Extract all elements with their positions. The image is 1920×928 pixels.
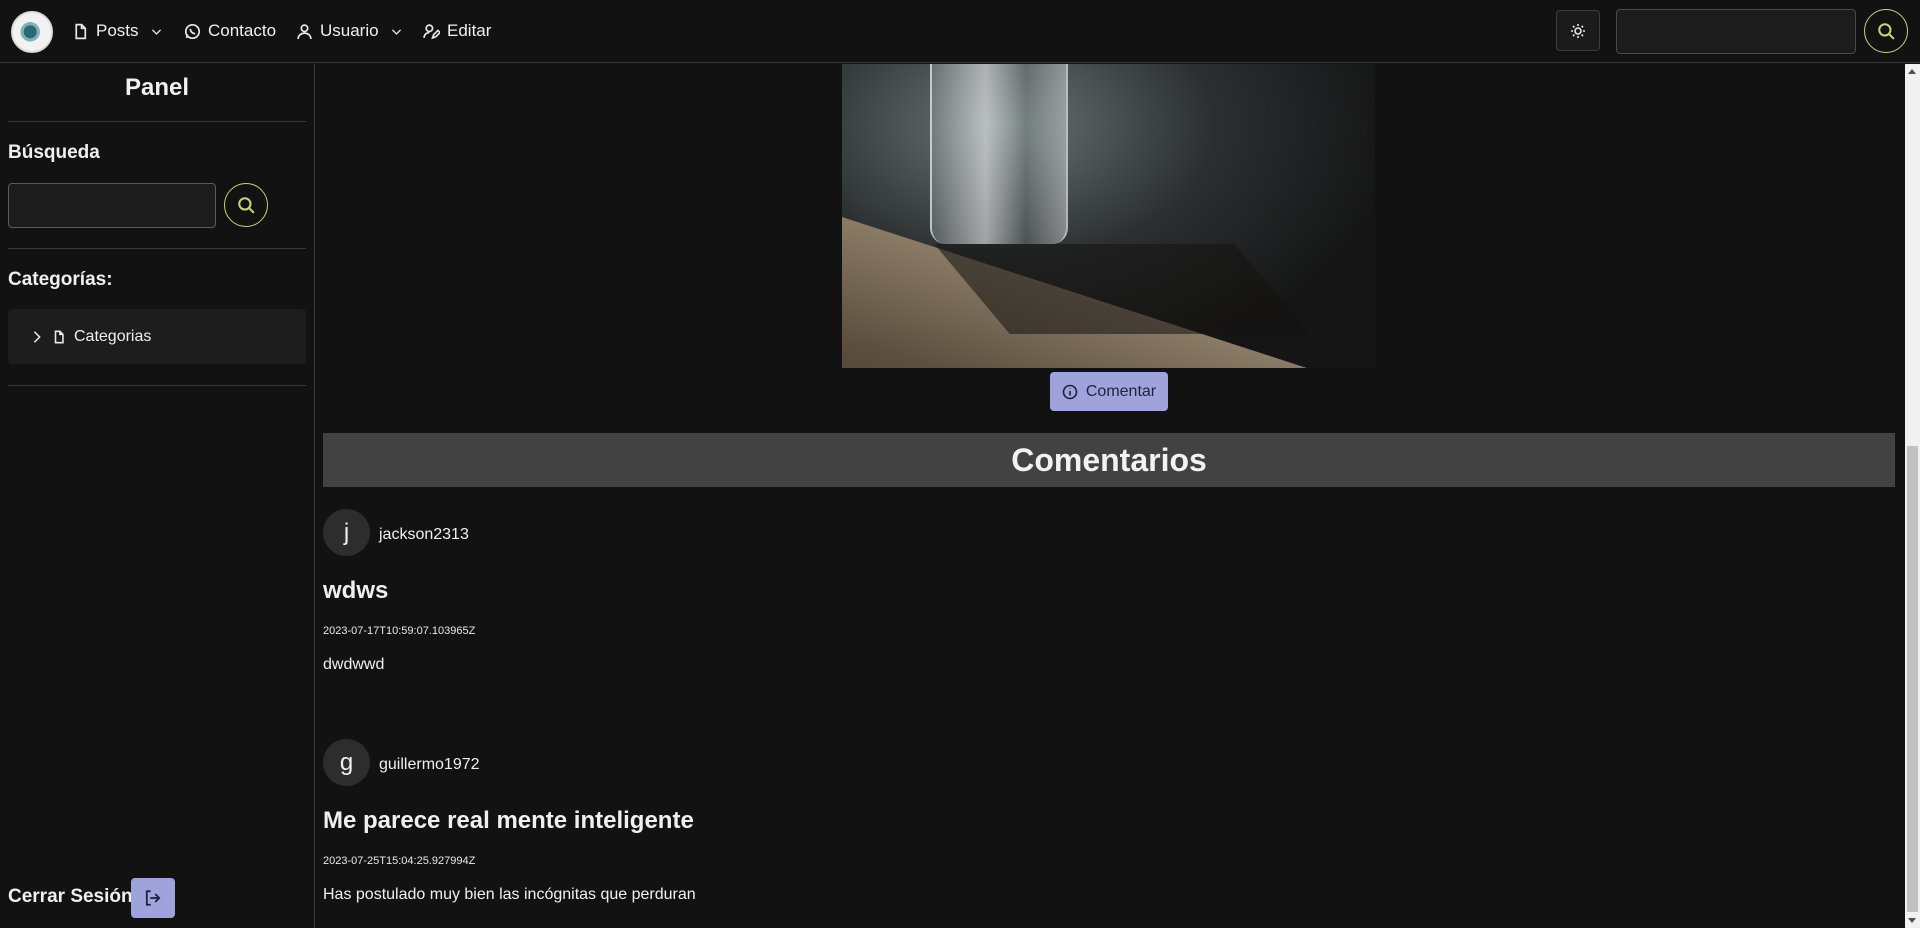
document-icon bbox=[54, 330, 64, 343]
nav-editar-label: Editar bbox=[447, 21, 492, 40]
nav-usuario-label: Usuario bbox=[320, 21, 379, 40]
top-search-input[interactable] bbox=[1616, 9, 1856, 54]
comments-heading: Comentarios bbox=[323, 433, 1895, 487]
sidebar-title: Panel bbox=[124, 74, 190, 101]
scrollbar-thumb[interactable] bbox=[1907, 446, 1918, 912]
category-tree-item[interactable]: Categorias bbox=[8, 309, 306, 364]
comment-button-label: Comentar bbox=[1085, 382, 1157, 400]
category-label: Categorias bbox=[74, 327, 152, 345]
nav-usuario[interactable]: Usuario bbox=[296, 18, 403, 44]
scroll-up-arrow[interactable] bbox=[1908, 69, 1916, 74]
scroll-down-arrow[interactable] bbox=[1908, 918, 1916, 923]
comment-username: guillermo1972 bbox=[379, 756, 480, 773]
chevron-down-icon bbox=[391, 28, 401, 35]
search-icon bbox=[238, 197, 255, 214]
scrollbar[interactable] bbox=[1905, 64, 1920, 928]
comment-title: wdws bbox=[323, 577, 389, 604]
avatar: g bbox=[323, 739, 370, 786]
whatsapp-icon bbox=[184, 23, 201, 39]
divider bbox=[8, 248, 306, 249]
info-icon bbox=[1062, 384, 1078, 399]
nav-contacto[interactable]: Contacto bbox=[184, 18, 276, 44]
top-search-button[interactable] bbox=[1864, 9, 1908, 53]
nav-contacto-label: Contacto bbox=[208, 21, 277, 40]
sun-icon bbox=[1571, 23, 1585, 38]
avatar: j bbox=[323, 509, 370, 556]
user-icon bbox=[297, 23, 312, 39]
theme-toggle-button[interactable] bbox=[1556, 10, 1600, 51]
search-icon bbox=[1878, 23, 1895, 40]
chevron-right-icon bbox=[33, 330, 41, 343]
comment-body: Has postulado muy bien las incógnitas qu… bbox=[323, 886, 696, 903]
logout-button[interactable] bbox=[131, 878, 175, 918]
sidebar: Panel Búsqueda Categorías: Categorias Ce… bbox=[0, 64, 315, 928]
user-edit-icon bbox=[423, 23, 440, 39]
comment-title: Me parece real mente inteligente bbox=[323, 807, 694, 834]
nav-posts[interactable]: Posts bbox=[72, 18, 163, 44]
comment-button[interactable]: Comentar bbox=[1050, 372, 1168, 411]
comment-username: jackson2313 bbox=[379, 526, 469, 543]
search-heading: Búsqueda bbox=[8, 142, 100, 163]
post-image bbox=[842, 64, 1375, 368]
nav-posts-label: Posts bbox=[96, 21, 139, 40]
comment-date: 2023-07-25T15:04:25.927994Z bbox=[323, 855, 476, 867]
sidebar-search-button[interactable] bbox=[224, 183, 268, 227]
document-icon bbox=[75, 23, 87, 39]
divider bbox=[8, 121, 306, 122]
top-navbar: Posts Contacto Usuario Editar bbox=[0, 0, 1920, 63]
sidebar-search-input[interactable] bbox=[8, 183, 216, 228]
logout-label: Cerrar Sesión bbox=[8, 886, 133, 907]
categories-heading: Categorías: bbox=[8, 269, 113, 290]
divider bbox=[8, 385, 306, 386]
site-logo[interactable] bbox=[11, 11, 53, 53]
nav-editar[interactable]: Editar bbox=[423, 18, 491, 44]
comment-body: dwdwwd bbox=[323, 656, 385, 673]
chevron-down-icon bbox=[151, 28, 161, 35]
logout-icon bbox=[145, 890, 161, 906]
comment-date: 2023-07-17T10:59:07.103965Z bbox=[323, 625, 476, 637]
